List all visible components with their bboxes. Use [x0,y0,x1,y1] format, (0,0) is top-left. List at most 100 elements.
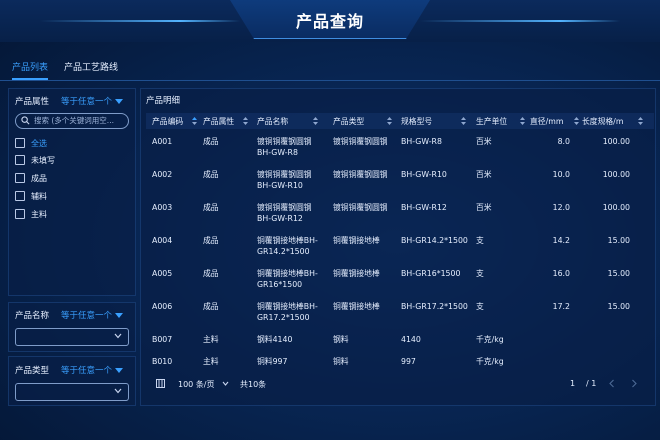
option-label: 主料 [31,209,47,219]
cell-name: 铜覆钢接地棒BH- GR17.2*1500 [257,301,318,323]
attribute-option-finished[interactable]: 成品 [15,172,47,184]
cell-unit: 百米 [476,137,492,146]
table-row[interactable]: A001 成品 镀铜铜覆钢圆钢 BH-GW-R8 镀铜铜覆钢圆钢 BH-GW-R8… [146,136,654,162]
table-row[interactable]: B010 主料 铜料997 铜料 997 千克/kg [146,356,654,370]
column-header-diameter[interactable]: 直径/mm [530,116,579,127]
attribute-search-box[interactable] [15,113,129,129]
page-title: 产品查询 [295,12,364,31]
attribute-filter-mode[interactable]: 等于任意一个 [61,95,124,107]
cell-name: 铜料997 [257,357,288,366]
sort-icon[interactable] [243,117,248,125]
cell-spec: BH-GW-R10 [401,170,447,179]
cell-diameter: 16.0 [552,269,570,278]
cell-spec: 4140 [401,335,421,344]
table-row[interactable]: A005 成品 铜覆钢接地棒BH- GR16*1500 铜覆钢接地棒 BH-GR1… [146,268,654,294]
active-tab-indicator [12,78,48,80]
column-header-text: 产品编码 [152,117,184,126]
checkbox[interactable] [15,209,25,219]
cell-code: A003 [152,203,173,212]
name-select[interactable] [15,328,129,346]
cell-attribute: 成品 [203,203,219,212]
table-row[interactable]: A004 成品 铜覆钢接地棒BH- GR14.2*1500 铜覆钢接地棒 BH-G… [146,235,654,261]
sort-icon[interactable] [638,117,643,125]
cell-name-line: GR16*1500 [257,280,303,289]
cell-diameter: 14.2 [552,236,570,245]
table-row[interactable]: A003 成品 镀铜铜覆钢圆钢 BH-GW-R12 镀铜铜覆钢圆钢 BH-GW-R… [146,202,654,228]
column-header-text: 长度规格/m [582,117,624,126]
checkbox[interactable] [15,191,25,201]
checkbox[interactable] [15,173,25,183]
type-select[interactable] [15,383,129,401]
sort-icon[interactable] [192,117,197,125]
cell-attribute: 成品 [203,302,219,311]
chevron-left-icon[interactable] [608,379,616,388]
page-size-select[interactable]: 100 条/页 [178,379,215,390]
cell-attribute: 成品 [203,170,219,179]
attribute-option-select-all[interactable]: 全选 [15,137,47,149]
type-filter-panel: 产品类型 等于任意一个 [8,356,136,406]
cell-length: 100.00 [602,137,630,146]
column-header-name[interactable]: 产品名称 [257,116,318,127]
column-header-length[interactable]: 长度规格/m [582,116,643,127]
sort-icon[interactable] [313,117,318,125]
cell-diameter: 17.2 [552,302,570,311]
cell-code: A001 [152,137,173,146]
option-label: 未填写 [31,155,55,165]
cell-length: 100.00 [602,170,630,179]
cell-name-line: 铜覆钢接地棒BH- [257,236,318,245]
cell-unit: 支 [476,302,484,311]
column-header-spec[interactable]: 规格型号 [401,116,466,127]
caret-down-icon [115,313,124,318]
table-row[interactable]: A006 成品 铜覆钢接地棒BH- GR17.2*1500 铜覆钢接地棒 BH-G… [146,301,654,327]
cell-code: A002 [152,170,173,179]
name-filter-mode[interactable]: 等于任意一个 [61,309,124,321]
column-header-type[interactable]: 产品类型 [333,116,392,127]
sort-icon[interactable] [387,117,392,125]
name-filter-panel: 产品名称 等于任意一个 [8,302,136,352]
cell-unit: 支 [476,236,484,245]
column-header-text: 产品名称 [257,117,289,126]
cell-unit: 百米 [476,170,492,179]
tab-product-process-route[interactable]: 产品工艺路线 [64,60,118,73]
sort-icon[interactable] [574,117,579,125]
cell-type: 镀铜铜覆钢圆钢 [333,203,388,212]
cell-length: 15.00 [607,302,630,311]
cell-name-line: 铜覆钢接地棒BH- [257,269,318,278]
page-size-icon[interactable] [156,379,165,388]
cell-spec: BH-GR17.2*1500 [401,302,468,311]
attribute-option-main[interactable]: 主料 [15,208,47,220]
checkbox[interactable] [15,138,25,148]
sort-icon[interactable] [520,117,525,125]
cell-code: A006 [152,302,173,311]
cell-length: 15.00 [607,236,630,245]
total-count: 共10条 [240,380,267,389]
chevron-down-icon[interactable] [222,381,229,386]
type-filter-mode[interactable]: 等于任意一个 [61,364,124,376]
column-header-code[interactable]: 产品编码 [152,116,197,127]
cell-type: 镀铜铜覆钢圆钢 [333,137,388,146]
chevron-right-icon[interactable] [630,379,638,388]
column-header-text: 直径/mm [530,117,564,126]
caret-down-icon [115,99,124,104]
cell-unit: 千克/kg [476,335,504,344]
tab-product-list[interactable]: 产品列表 [12,60,48,73]
attribute-option-unfilled[interactable]: 未填写 [15,154,55,166]
checkbox[interactable] [15,155,25,165]
attribute-search-input[interactable] [34,115,126,126]
column-header-unit[interactable]: 生产单位 [476,116,525,127]
cell-type: 铜覆钢接地棒 [333,236,380,245]
current-page[interactable]: 1 [570,379,575,388]
attribute-option-auxiliary[interactable]: 辅料 [15,190,47,202]
column-header-attribute[interactable]: 产品属性 [203,116,248,127]
cell-name-line: GR14.2*1500 [257,247,310,256]
cell-name-line: BH-GW-R12 [257,214,303,223]
cell-unit: 百米 [476,203,492,212]
cell-code: B007 [152,335,173,344]
cell-name: 钢料4140 [257,335,293,344]
table-row[interactable]: A002 成品 镀铜铜覆钢圆钢 BH-GW-R10 镀铜铜覆钢圆钢 BH-GW-R… [146,169,654,195]
table-row[interactable]: B007 主料 钢料4140 钢料 4140 千克/kg [146,334,654,348]
tab-bar: 产品列表 产品工艺路线 [0,54,660,81]
table-title: 产品明细 [146,96,181,106]
cell-type: 镀铜铜覆钢圆钢 [333,170,388,179]
sort-icon[interactable] [461,117,466,125]
